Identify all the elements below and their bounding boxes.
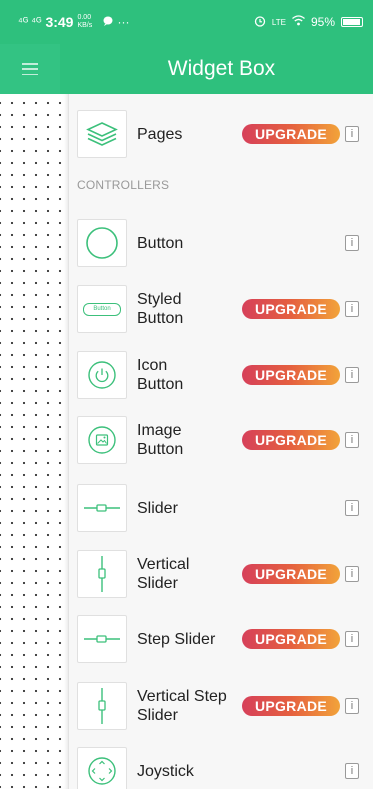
info-button[interactable]: i xyxy=(345,698,359,714)
widget-item-vertical-step-slider[interactable]: Vertical Step Slider UPGRADE i xyxy=(69,678,373,734)
status-bar: ⁴ᴳ ⁴ᴳ 3:49 0.00 KB/s ··· LTE 95% xyxy=(0,0,373,44)
widget-box-panel: Pages UPGRADE i CONTROLLERS Button i But… xyxy=(69,94,373,789)
section-header-controllers: CONTROLLERS xyxy=(77,178,170,192)
widget-item-vertical-slider[interactable]: Vertical Slider UPGRADE i xyxy=(69,546,373,602)
power-icon xyxy=(77,351,127,399)
styled-button-sample: Button xyxy=(83,302,121,316)
more-notifications: ··· xyxy=(117,15,130,29)
upgrade-badge[interactable]: UPGRADE xyxy=(242,629,340,649)
widget-item-icon-button[interactable]: Icon Button UPGRADE i xyxy=(69,347,373,403)
image-icon xyxy=(77,416,127,464)
styled-button-icon: Button xyxy=(77,285,127,333)
battery-icon xyxy=(341,17,363,27)
info-button[interactable]: i xyxy=(345,235,359,251)
step-slider-icon xyxy=(77,615,127,663)
joystick-icon xyxy=(77,747,127,789)
widget-item-image-button[interactable]: Image Button UPGRADE i xyxy=(69,412,373,468)
widget-item-slider[interactable]: Slider i xyxy=(69,480,373,536)
menu-button[interactable] xyxy=(0,44,60,94)
info-button[interactable]: i xyxy=(345,367,359,383)
message-icon xyxy=(103,15,113,29)
slider-icon xyxy=(77,484,127,532)
info-button[interactable]: i xyxy=(345,126,359,142)
vertical-step-slider-icon xyxy=(77,682,127,730)
info-button[interactable]: i xyxy=(345,631,359,647)
clock: 3:49 xyxy=(45,14,74,30)
app-title: Widget Box xyxy=(167,57,276,80)
wifi-icon xyxy=(292,15,305,29)
dot-grid-canvas[interactable] xyxy=(0,94,69,789)
battery-percent: 95% xyxy=(310,15,335,29)
upgrade-badge[interactable]: UPGRADE xyxy=(242,430,340,450)
vertical-slider-icon xyxy=(77,550,127,598)
info-button[interactable]: i xyxy=(345,500,359,516)
widget-label: Vertical Step Slider xyxy=(137,688,227,724)
info-button[interactable]: i xyxy=(345,566,359,582)
widget-item-joystick[interactable]: Joystick i xyxy=(69,743,373,789)
info-button[interactable]: i xyxy=(345,301,359,317)
upgrade-badge[interactable]: UPGRADE xyxy=(242,696,340,716)
lte-indicator: LTE xyxy=(271,17,286,27)
app-bar: Widget Box xyxy=(0,44,373,94)
info-button[interactable]: i xyxy=(345,763,359,779)
widget-label: Styled Button xyxy=(137,291,184,327)
widget-item-pages[interactable]: Pages UPGRADE i xyxy=(69,106,373,162)
widget-label: Icon Button xyxy=(137,357,184,393)
upgrade-badge[interactable]: UPGRADE xyxy=(242,124,340,144)
widget-label: Slider xyxy=(137,499,178,517)
info-button[interactable]: i xyxy=(345,432,359,448)
widget-label: Pages xyxy=(137,125,183,143)
widget-item-step-slider[interactable]: Step Slider UPGRADE i xyxy=(69,611,373,667)
data-speed: 0.00 KB/s xyxy=(77,14,93,29)
alarm-icon xyxy=(254,15,266,30)
upgrade-badge[interactable]: UPGRADE xyxy=(242,365,340,385)
widget-label: Button xyxy=(137,234,184,252)
layers-icon xyxy=(77,110,127,158)
signal-indicator: ⁴ᴳ ⁴ᴳ xyxy=(18,16,42,28)
upgrade-badge[interactable]: UPGRADE xyxy=(242,299,340,319)
hamburger-menu-icon xyxy=(22,63,38,75)
upgrade-badge[interactable]: UPGRADE xyxy=(242,564,340,584)
circle-button-icon xyxy=(77,219,127,267)
widget-item-button[interactable]: Button i xyxy=(69,215,373,271)
widget-label: Step Slider xyxy=(137,630,216,648)
widget-label: Vertical Slider xyxy=(137,556,190,592)
widget-label: Image Button xyxy=(137,422,184,458)
widget-item-styled-button[interactable]: Button Styled Button UPGRADE i xyxy=(69,281,373,337)
widget-label: Joystick xyxy=(137,762,194,780)
